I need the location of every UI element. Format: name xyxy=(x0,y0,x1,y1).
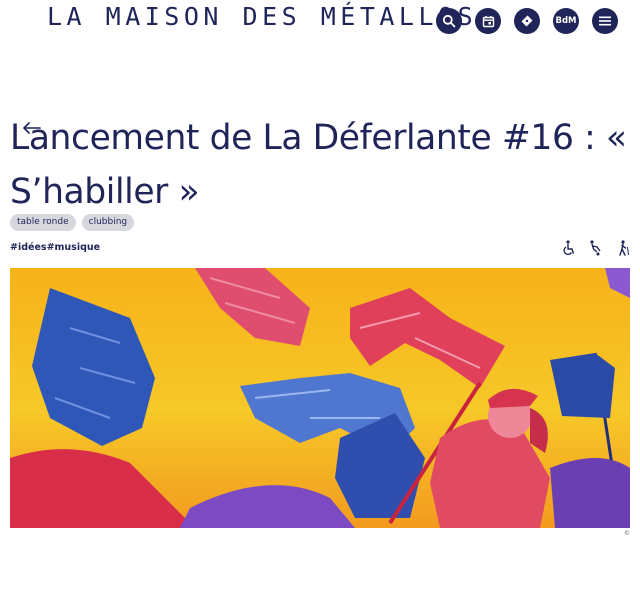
hashtag-musique[interactable]: #musique xyxy=(47,242,101,253)
hashtag-list: #idées#musique xyxy=(10,242,100,253)
tag-list: table ronde clubbing xyxy=(10,214,135,231)
calendar-icon xyxy=(482,15,494,27)
page-title: Lancement de La Déferlante #16 : « S’hab… xyxy=(10,118,627,212)
back-arrow-icon[interactable] xyxy=(22,118,42,138)
image-credit: © xyxy=(624,530,630,537)
ticket-icon xyxy=(521,15,533,27)
walking-icon xyxy=(619,240,629,256)
mobility-icon xyxy=(590,240,601,256)
bdm-badge: BdM xyxy=(555,16,577,26)
accessibility-icons xyxy=(562,240,630,256)
hashtag-idees[interactable]: #idées xyxy=(10,242,47,253)
hero-image xyxy=(10,268,630,528)
search-icon xyxy=(442,14,456,28)
site-title[interactable]: LA MAISON DES MÉTALLOS xyxy=(47,2,477,31)
calendar-button[interactable] xyxy=(475,8,501,34)
search-button[interactable] xyxy=(436,8,462,34)
hero-illustration xyxy=(10,268,630,528)
tag-clubbing[interactable]: clubbing xyxy=(81,214,135,231)
menu-button[interactable] xyxy=(592,8,618,34)
ticket-button[interactable] xyxy=(514,8,540,34)
tag-table-ronde[interactable]: table ronde xyxy=(10,214,76,231)
menu-icon xyxy=(599,16,611,26)
wheelchair-icon xyxy=(563,240,575,255)
bdm-button[interactable]: BdM xyxy=(553,8,579,34)
